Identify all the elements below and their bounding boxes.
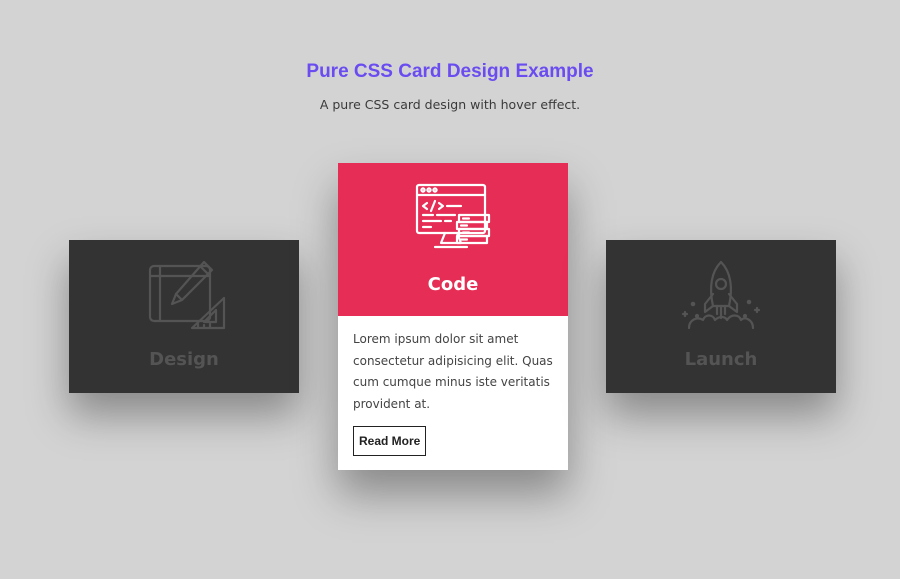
card-title: Design [149, 349, 219, 370]
card-description: Lorem ipsum dolor sit amet consectetur a… [353, 332, 553, 411]
card-design[interactable]: Design [69, 240, 299, 393]
card-code[interactable]: Code Lorem ipsum dolor sit amet consecte… [338, 163, 568, 470]
rocket-icon [679, 258, 763, 338]
page-title: Pure CSS Card Design Example [306, 61, 594, 82]
read-more-button[interactable]: Read More [353, 426, 427, 456]
card-title: Launch [684, 349, 758, 370]
code-monitor-icon [411, 181, 495, 261]
design-tools-icon [142, 258, 226, 338]
page-subtitle: A pure CSS card design with hover effect… [319, 97, 581, 112]
card-launch[interactable]: Launch [606, 240, 836, 393]
card-title: Code [427, 274, 479, 295]
card-header: Code [338, 163, 568, 316]
